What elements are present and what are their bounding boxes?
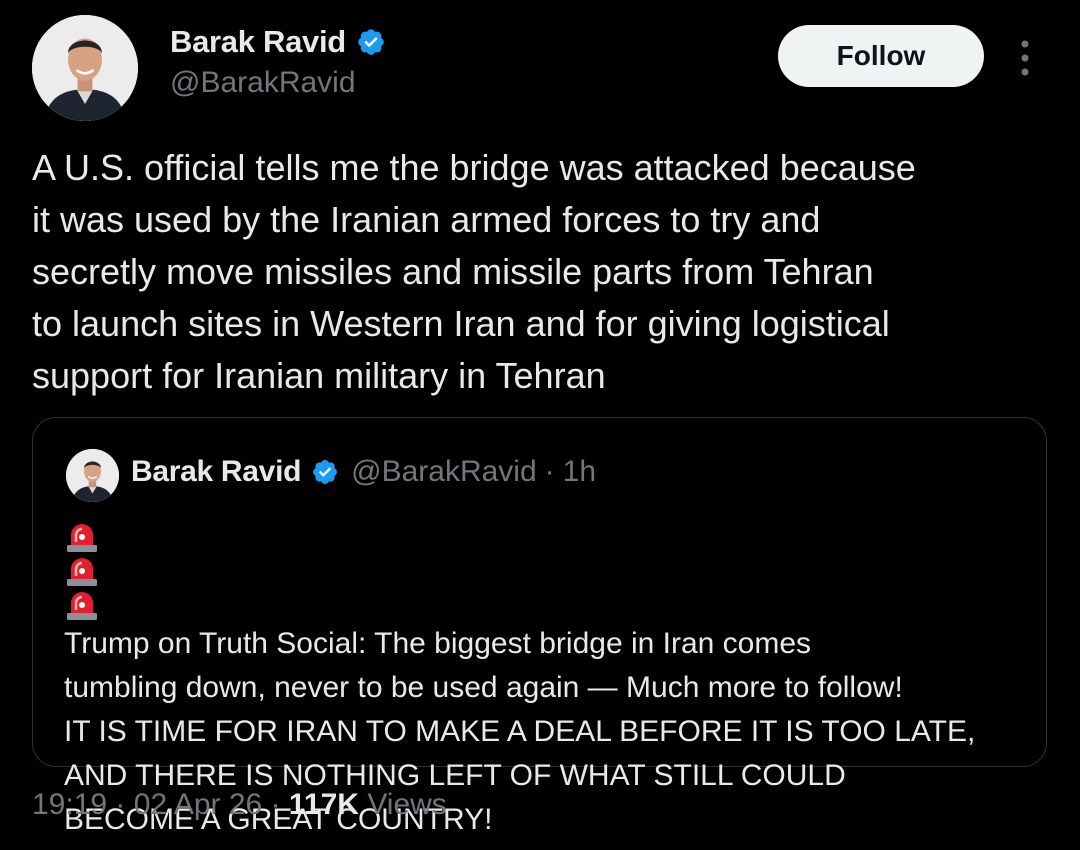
tweet-text: A U.S. official tells me the bridge was … <box>32 142 1052 402</box>
siren-icon <box>64 520 100 554</box>
author-handle[interactable]: @BarakRavid <box>170 66 356 100</box>
tweet-date[interactable]: 02 Apr 26 <box>134 788 262 821</box>
views-count: 117K <box>288 788 359 821</box>
quoted-tweet-text-line: Trump on Truth Social: The biggest bridg… <box>64 520 1034 666</box>
verified-badge-icon <box>356 27 386 57</box>
siren-emoji-group <box>64 520 1032 622</box>
author-name[interactable]: Barak Ravid <box>170 24 386 60</box>
quoted-author-avatar[interactable] <box>66 449 119 502</box>
verified-badge-icon <box>311 458 339 486</box>
quoted-tweet-text-line: tumbling down, never to be used again — … <box>64 671 903 704</box>
siren-icon <box>64 588 100 622</box>
quoted-author-handle[interactable]: @BarakRavid <box>351 455 537 489</box>
tweet-text-line: support for Iranian military in Tehran <box>32 355 606 396</box>
tweet-time[interactable]: 19:19 <box>32 788 107 821</box>
more-vertical-icon[interactable] <box>1010 38 1040 78</box>
author-avatar[interactable] <box>32 15 138 121</box>
quoted-tweet-text-line: IT IS TIME FOR IRAN TO MAKE A DEAL BEFOR… <box>64 715 976 748</box>
quoted-tweet-header: Barak Ravid @BarakRavid · 1h <box>131 455 596 489</box>
siren-icon <box>64 554 100 588</box>
author-name-text[interactable]: Barak Ravid <box>170 24 346 60</box>
views-label: Views <box>367 788 447 821</box>
separator-dot: · <box>270 788 281 821</box>
tweet-meta: 19:19 · 02 Apr 26 · 117K Views <box>32 788 447 822</box>
follow-button[interactable]: Follow <box>778 25 984 87</box>
tweet-text-line: A U.S. official tells me the bridge was … <box>32 147 916 188</box>
tweet-text-line: it was used by the Iranian armed forces … <box>32 199 821 240</box>
quoted-tweet-first-line: Trump on Truth Social: The biggest bridg… <box>64 627 812 660</box>
tweet-text-line: to launch sites in Western Iran and for … <box>32 303 890 344</box>
separator-dot: · <box>544 455 555 488</box>
separator-dot: · <box>115 788 126 821</box>
quoted-tweet-card[interactable]: Barak Ravid @BarakRavid · 1h Trump on Tr… <box>32 417 1047 836</box>
quoted-tweet-time[interactable]: 1h <box>563 455 596 489</box>
quoted-author-name[interactable]: Barak Ravid <box>131 455 301 489</box>
tweet-text-line: secretly move missiles and missile parts… <box>32 251 874 292</box>
